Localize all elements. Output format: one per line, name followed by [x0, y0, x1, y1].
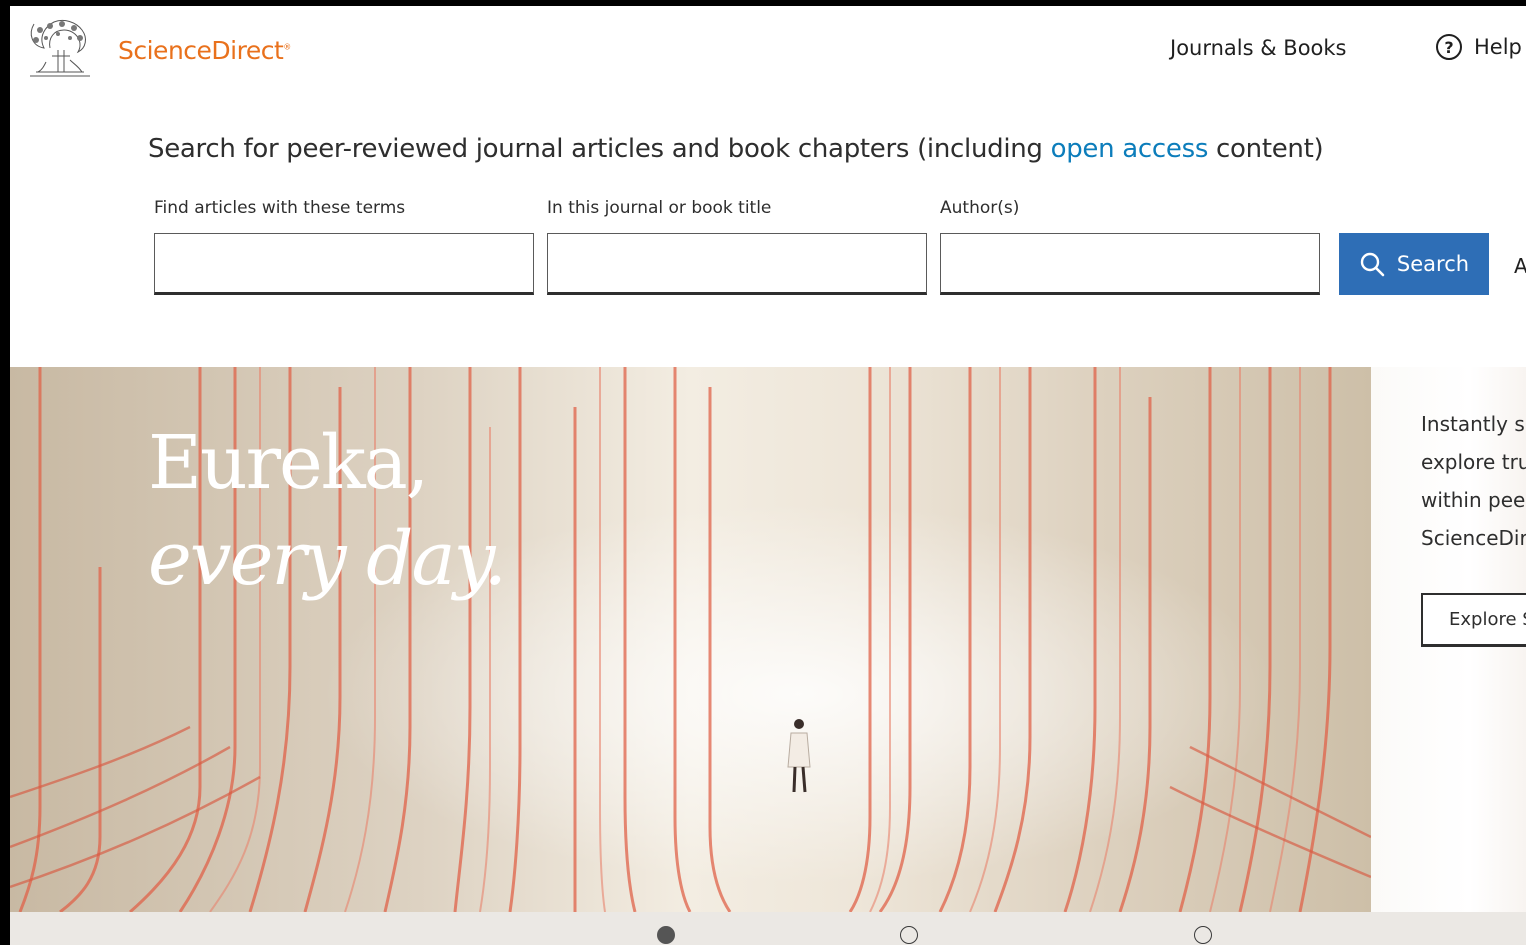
hero-title-line2: every day. — [148, 516, 507, 602]
explore-button[interactable]: Explore S — [1421, 593, 1526, 647]
terms-input[interactable] — [154, 233, 534, 295]
hero-title-line1: Eureka, — [148, 420, 429, 506]
carousel-dot-1[interactable] — [657, 926, 675, 944]
carousel-dot-2[interactable] — [900, 926, 918, 944]
hero-side-line: ScienceDir — [1421, 526, 1526, 550]
elsevier-tree-logo[interactable] — [24, 16, 96, 82]
search-heading: Search for peer-reviewed journal article… — [148, 134, 1324, 164]
brand-text: ScienceDirect — [118, 36, 284, 65]
hero-side-line: explore tru — [1421, 450, 1526, 474]
page-frame: ScienceDirect® Journals & Books ? Help S… — [0, 0, 1526, 945]
hero-side-text: Instantly s explore tru within pee Scien… — [1421, 405, 1526, 557]
terms-field-label: Find articles with these terms — [154, 198, 406, 218]
carousel-indicator-bar — [10, 912, 1526, 945]
nav-journals-books[interactable]: Journals & Books — [1170, 36, 1347, 60]
carousel-dot-3[interactable] — [1194, 926, 1212, 944]
search-button[interactable]: Search — [1339, 233, 1489, 295]
hero-title: Eureka, every day. — [148, 415, 507, 607]
hero-side-line: Instantly s — [1421, 412, 1525, 436]
authors-field-label: Author(s) — [940, 198, 1020, 218]
nav-help[interactable]: ? Help — [1436, 34, 1522, 60]
brand-registered-mark: ® — [283, 42, 291, 52]
search-heading-text: Search for peer-reviewed journal article… — [148, 134, 1051, 164]
search-heading-text-end: content) — [1208, 134, 1324, 164]
advanced-search-link[interactable]: A — [1514, 254, 1526, 278]
hero-side-panel: Instantly s explore tru within pee Scien… — [1371, 367, 1526, 912]
help-label: Help — [1474, 35, 1522, 59]
hero-banner: Eureka, every day. — [10, 367, 1371, 912]
journal-title-field-label: In this journal or book title — [547, 198, 772, 218]
search-icon — [1360, 252, 1385, 277]
brand-name[interactable]: ScienceDirect® — [118, 36, 291, 65]
search-button-label: Search — [1396, 252, 1470, 276]
hero-side-line: within pee — [1421, 488, 1526, 512]
authors-input[interactable] — [940, 233, 1320, 295]
open-access-link[interactable]: open access — [1051, 134, 1209, 164]
help-icon: ? — [1436, 34, 1462, 60]
journal-title-input[interactable] — [547, 233, 927, 295]
